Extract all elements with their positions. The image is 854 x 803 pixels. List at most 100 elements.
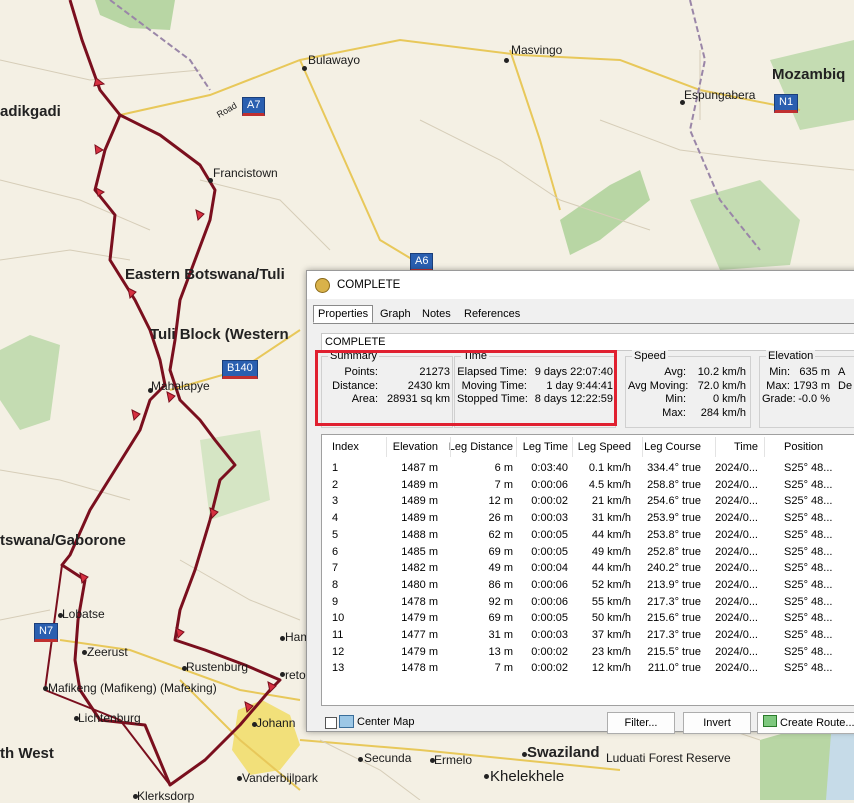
road-shield-n7: N7 — [34, 623, 59, 642]
table-row[interactable]: 12 1479 m 13 m 0:00:02 23 km/h 215.5° true 202… — [322, 646, 854, 663]
dialog-footer: Center Map Filter... Invert Create Route… — [321, 709, 854, 739]
table-cell: 2 — [332, 478, 339, 491]
table-cell: 4.5 km/h — [588, 478, 631, 491]
column-header-leg-course[interactable]: Leg Course — [644, 441, 701, 453]
table-cell: 1489 m — [401, 512, 438, 525]
table-cell: 217.3° true — [647, 629, 701, 641]
column-separator[interactable] — [516, 437, 517, 457]
title-bar[interactable]: COMPLETE — [307, 271, 854, 299]
column-separator[interactable] — [572, 437, 573, 457]
map-label-lichtenburg: Lichtenburg — [78, 711, 141, 725]
filter-button[interactable]: Filter... — [607, 712, 675, 734]
speed-value: 0 km/h — [712, 393, 746, 405]
table-cell: 2024/0... — [715, 578, 758, 591]
table-cell: 92 m — [488, 595, 513, 608]
table-cell: 1479 m — [401, 645, 438, 658]
table-cell: S25° 48... — [784, 478, 833, 491]
table-cell: 0:00:02 — [531, 662, 568, 675]
column-header-position[interactable]: Position — [784, 441, 823, 453]
map-label-gaborone: tswana/Gaborone — [0, 532, 126, 549]
table-row[interactable]: 3 1489 m 12 m 0:00:02 21 km/h 254.6° true 2024… — [322, 495, 854, 512]
table-cell: 9 — [332, 595, 339, 608]
table-cell: 69 m — [488, 545, 513, 558]
road-shield-n1: N1 — [774, 94, 799, 113]
summary-key: Area: — [351, 393, 378, 405]
column-header-leg-distance[interactable]: Leg Distance — [449, 441, 513, 453]
table-row[interactable]: 10 1479 m 69 m 0:00:05 50 km/h 215.6° true 202… — [322, 612, 854, 629]
speed-row: Min: 0 km/h — [628, 393, 746, 405]
table-row[interactable]: 9 1478 m 92 m 0:00:06 55 km/h 217.3° true 2024… — [322, 596, 854, 613]
table-cell: 0:00:02 — [531, 645, 568, 658]
column-separator[interactable] — [764, 437, 765, 457]
tab-notes[interactable]: Notes — [417, 305, 456, 323]
map-label-vanderbijlpark: Vanderbijlpark — [242, 771, 318, 785]
column-header-leg-speed[interactable]: Leg Speed — [578, 441, 631, 453]
tab-graph[interactable]: Graph — [375, 305, 416, 323]
column-header-index[interactable]: Index — [332, 441, 359, 453]
table-row[interactable]: 7 1482 m 49 m 0:00:04 44 km/h 240.2° true 2024… — [322, 562, 854, 579]
table-cell: 0:00:06 — [531, 578, 568, 591]
column-separator[interactable] — [715, 437, 716, 457]
column-header-leg-time[interactable]: Leg Time — [523, 441, 568, 453]
table-cell: 4 — [332, 512, 339, 525]
elevation-extra: De — [838, 379, 853, 392]
elevation-value: 635 m — [799, 366, 830, 378]
table-cell: 2024/0... — [715, 495, 758, 508]
summary-key: Points: — [344, 366, 378, 378]
map-label-francistown: Francistown — [213, 166, 278, 180]
time-value: 9 days 22:07:40 — [534, 366, 613, 378]
track-name-input[interactable]: COMPLETE — [321, 333, 854, 351]
create-route-button[interactable]: Create Route... — [757, 712, 854, 734]
table-cell: 2024/0... — [715, 645, 758, 658]
column-separator[interactable] — [450, 437, 451, 457]
time-title: Time — [461, 350, 490, 362]
table-cell: 240.2° true — [647, 562, 701, 575]
table-row[interactable]: 4 1489 m 26 m 0:00:03 31 km/h 253.9° true 2024… — [322, 512, 854, 529]
table-row[interactable]: 6 1485 m 69 m 0:00:05 49 km/h 252.8° true 2024… — [322, 546, 854, 563]
table-cell: 2024/0... — [715, 629, 758, 641]
speed-group: Speed Avg: 10.2 km/h Avg Moving: 72.0 km/h M… — [625, 350, 751, 428]
summary-row: Distance: 2430 km — [324, 380, 450, 392]
table-row[interactable]: 13 1478 m 7 m 0:00:02 12 km/h 211.0° true 2024… — [322, 662, 854, 679]
elevation-row: Grade: -0.0 % — [762, 393, 838, 405]
table-cell: 3 — [332, 495, 339, 508]
create-route-label: Create Route... — [780, 717, 854, 729]
city-dot — [302, 66, 307, 71]
table-cell: 213.9° true — [647, 578, 701, 591]
track-points-table[interactable]: Index Elevation Leg Distance Leg Time Leg Sp… — [321, 434, 854, 706]
column-separator[interactable] — [642, 437, 643, 457]
table-row[interactable]: 1 1487 m 6 m 0:03:40 0.1 km/h 334.4° true 2024… — [322, 462, 854, 479]
road-shield-b140: B140 — [222, 360, 258, 379]
speed-key: Max: — [662, 406, 686, 419]
center-map-checkbox[interactable] — [325, 717, 337, 729]
table-cell: 52 km/h — [591, 578, 631, 591]
elevation-row: Min: 635 m A — [762, 366, 845, 378]
column-header-time[interactable]: Time — [734, 441, 758, 453]
table-cell: 7 m — [494, 478, 513, 491]
speed-title: Speed — [632, 350, 668, 362]
table-row[interactable]: 11 1477 m 31 m 0:00:03 37 km/h 217.3° true 202… — [322, 629, 854, 646]
table-cell: 21 km/h — [591, 495, 631, 508]
column-header-elevation[interactable]: Elevation — [393, 441, 438, 453]
table-cell: 2024/0... — [715, 545, 758, 558]
tab-references[interactable]: References — [459, 305, 525, 323]
table-cell: 13 — [332, 662, 345, 675]
table-cell: S25° 48... — [784, 645, 833, 658]
city-dot — [358, 757, 363, 762]
map-label-masvingo: Masvingo — [511, 43, 563, 57]
map-label-johannesburg: Johann — [256, 716, 296, 730]
column-separator[interactable] — [386, 437, 387, 457]
table-row[interactable]: 8 1480 m 86 m 0:00:06 52 km/h 213.9° true 2024… — [322, 579, 854, 596]
table-cell: 1482 m — [401, 562, 438, 575]
invert-button[interactable]: Invert — [683, 712, 751, 734]
table-cell: 0:03:40 — [531, 462, 568, 474]
table-row[interactable]: 5 1488 m 62 m 0:00:05 44 km/h 253.8° true 2024… — [322, 529, 854, 546]
table-cell: 2024/0... — [715, 512, 758, 525]
table-cell: 49 m — [488, 562, 513, 575]
tab-properties[interactable]: Properties — [313, 305, 374, 323]
table-cell: 211.0° true — [647, 662, 701, 675]
table-row[interactable]: 2 1489 m 7 m 0:00:06 4.5 km/h 258.8° true 2024… — [322, 479, 854, 496]
map-label-pretoria: reto — [285, 668, 306, 682]
speed-row: Max: 284 km/h — [628, 407, 746, 419]
table-cell: S25° 48... — [784, 545, 833, 558]
